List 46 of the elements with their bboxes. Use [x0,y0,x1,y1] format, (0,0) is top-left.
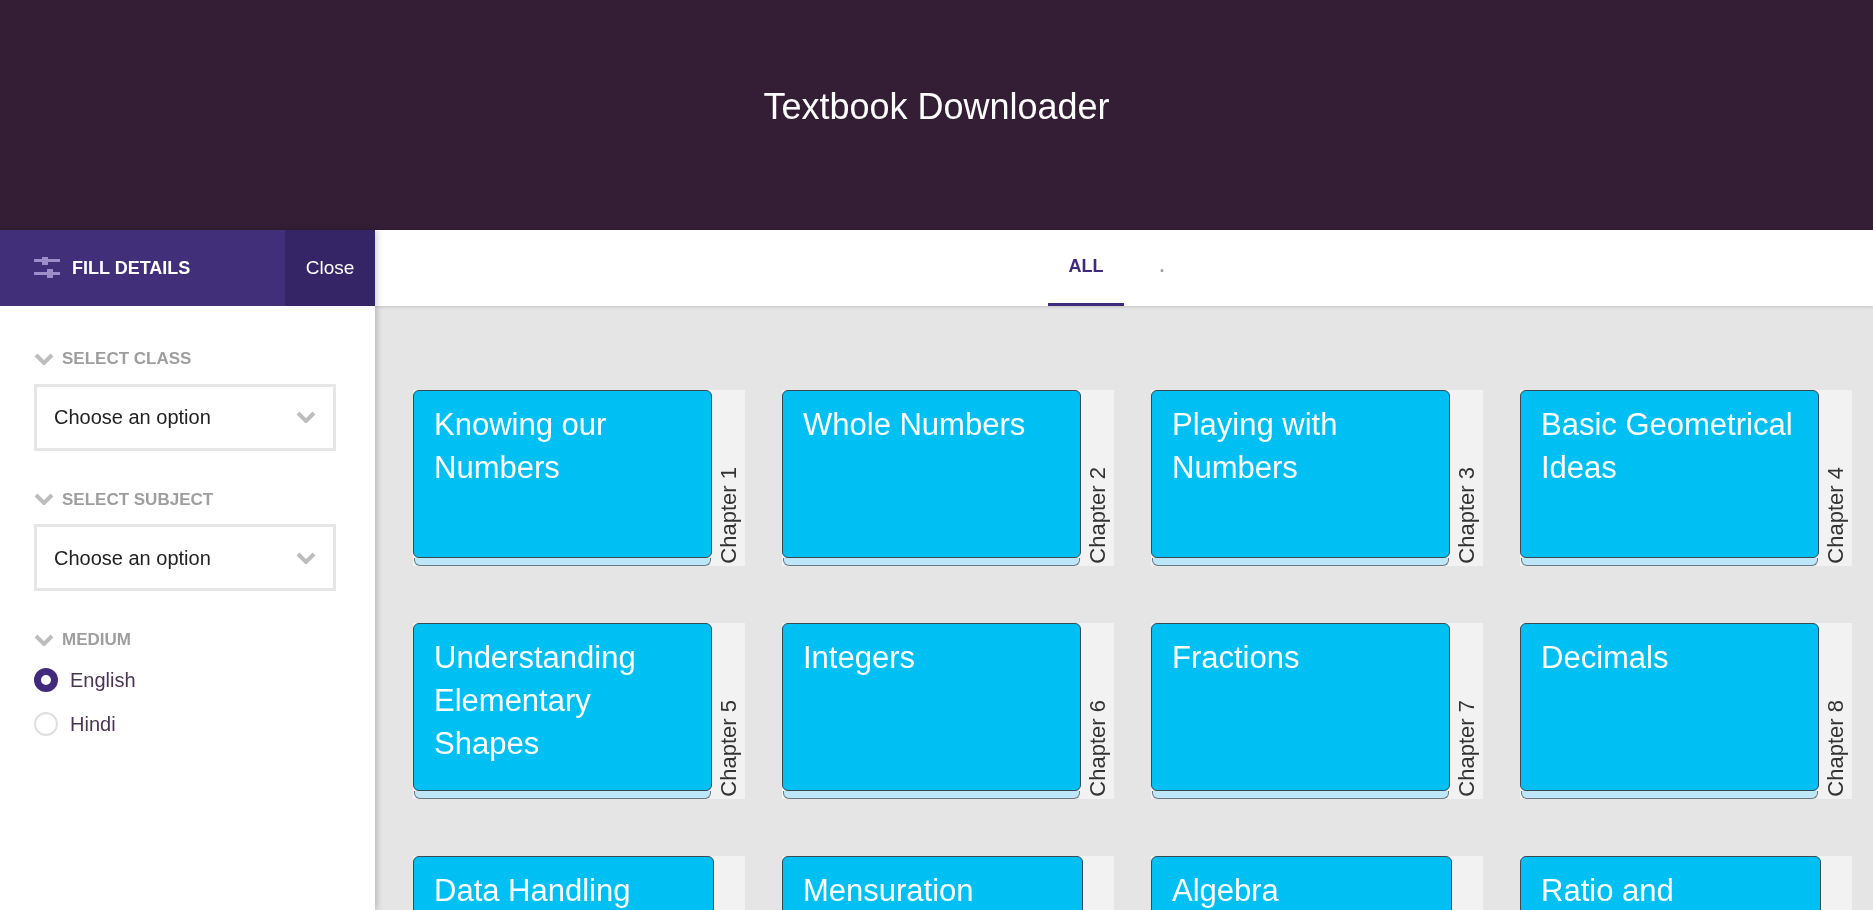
chapter-title: Fractions [1172,639,1301,677]
chapter-title: Decimals [1541,639,1670,677]
close-button[interactable]: Close [285,230,375,306]
chevron-down-icon [34,633,54,646]
chapter-card[interactable]: Understanding Elementary Shapes Chapter 5 [413,623,745,799]
chapter-title: Integers [803,639,916,677]
chapter-number: Chapter 4 [1822,467,1849,564]
sliders-icon [34,257,60,279]
chapter-title: Playing with Numbers [1172,406,1339,487]
radio-label: English [70,667,136,693]
radio-label: Hindi [70,711,116,737]
chapter-title: Data Handling [434,872,632,910]
chapter-number: Chapter 7 [1453,700,1480,797]
chapter-card[interactable]: Fractions Chapter 7 [1151,623,1483,799]
chevron-down-icon [34,493,54,506]
chevron-down-icon [296,411,316,423]
chapter-card[interactable]: Decimals Chapter 8 [1520,623,1852,799]
select-dropdown[interactable]: Choose an option [34,383,336,451]
tab[interactable]: ALL [1048,230,1124,306]
chapter-title: Ratio and [1541,872,1675,910]
chapter-title: Mensuration [803,872,975,910]
chapter-title: Knowing our Numbers [434,406,608,487]
chapter-card[interactable]: Whole Numbers Chapter 2 [782,390,1114,566]
chapter-number: Chapter 8 [1822,700,1849,797]
chapter-number: Chapter 6 [1084,700,1111,797]
chapter-card[interactable]: Knowing our Numbers Chapter 1 [413,390,745,566]
section-label: SELECT CLASS [62,348,192,370]
chapter-title: Understanding Elementary Shapes [434,639,637,763]
chapter-number: Chapter 5 [715,700,742,797]
app-title: Textbook Downloader [763,85,1110,129]
chapter-title: Basic Geometrical Ideas [1541,406,1794,487]
chapter-number: Chapter 3 [1453,467,1480,564]
chapter-card[interactable]: Integers Chapter 6 [782,623,1114,799]
section-label: SELECT SUBJECT [62,488,214,511]
chapter-number: Chapter 1 [715,467,742,564]
chapter-card[interactable]: Playing with Numbers Chapter 3 [1151,390,1483,566]
chevron-down-icon [34,352,54,365]
chapter-card[interactable]: Basic Geometrical Ideas Chapter 4 [1520,390,1852,566]
chevron-down-icon [296,551,316,564]
chapter-number: Chapter 2 [1084,467,1111,564]
radio-button[interactable] [34,667,58,692]
select-dropdown[interactable]: Choose an option [34,524,336,591]
section-label: MEDIUM [62,629,131,651]
sidebar-title: FILL DETAILS [72,256,192,280]
chapter-title: Whole Numbers [803,406,1027,444]
chapter-title: Algebra [1172,872,1280,910]
